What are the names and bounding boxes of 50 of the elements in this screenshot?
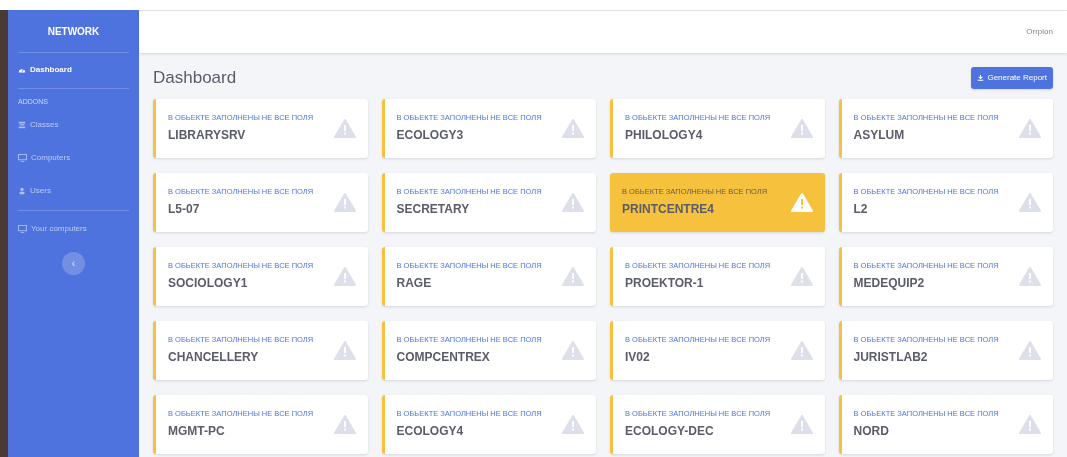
warning-icon (333, 192, 356, 212)
computer-name: ECOLOGY4 (396, 423, 465, 441)
computer-name: MGMT-PC (168, 423, 226, 441)
users-icon (18, 187, 26, 195)
computer-name: SOCIOLOGY1 (168, 275, 249, 293)
computer-name: PRINTCENTRE4 (622, 201, 715, 219)
user-name[interactable]: Orrpion (1026, 26, 1053, 38)
computer-name: ECOLOGY3 (396, 127, 465, 145)
warning-icon (790, 118, 813, 138)
warning-icon (333, 266, 356, 286)
warning-icon (1019, 340, 1041, 360)
warning-icon (790, 414, 813, 434)
computer-name: LIBRARYSRV (168, 127, 247, 145)
warning-icon (562, 192, 584, 212)
computer-name: RAGE (396, 275, 433, 293)
computer-name: PHILOLOGY4 (625, 127, 704, 145)
computer-name: MEDEQUIP2 (853, 275, 926, 293)
computer-name: ASYLUM (853, 127, 906, 145)
monitor-icon (18, 225, 27, 233)
warning-icon (1019, 118, 1041, 138)
computer-name: NORD (853, 423, 890, 441)
computer-name: JURISTLAB2 (853, 349, 929, 367)
warning-icon (562, 118, 584, 138)
warning-icon (333, 340, 356, 360)
computer-name: COMPCENTREX (396, 349, 491, 367)
computer-name: L5-07 (168, 201, 201, 219)
warning-icon (1019, 266, 1041, 286)
sidebar-item[interactable]: Dashboard (18, 53, 129, 86)
warning-icon (1019, 192, 1041, 212)
warning-icon (333, 414, 356, 434)
download-icon (977, 74, 985, 82)
warning-icon (333, 118, 356, 138)
brand-name[interactable]: NETWORK (18, 10, 129, 53)
warning-icon (790, 340, 813, 360)
warning-icon (1019, 414, 1041, 434)
warning-icon (562, 340, 584, 360)
chalkboard-icon (18, 121, 26, 129)
computer-name: IV02 (625, 349, 651, 367)
warning-icon (790, 266, 813, 286)
generate-report-button[interactable]: Generate Report (971, 66, 1053, 89)
computer-name: SECRETARY (396, 201, 471, 219)
computer-name: L2 (853, 201, 869, 219)
computer-name: PROEKTOR-1 (625, 275, 705, 293)
page-title: Dashboard (153, 67, 237, 89)
warning-icon (790, 192, 813, 212)
monitor-icon (18, 154, 27, 162)
warning-icon (562, 414, 584, 434)
computer-name: CHANCELLERY (168, 349, 260, 367)
computer-name: ECOLOGY-DEC (625, 423, 715, 441)
warning-icon (562, 266, 584, 286)
